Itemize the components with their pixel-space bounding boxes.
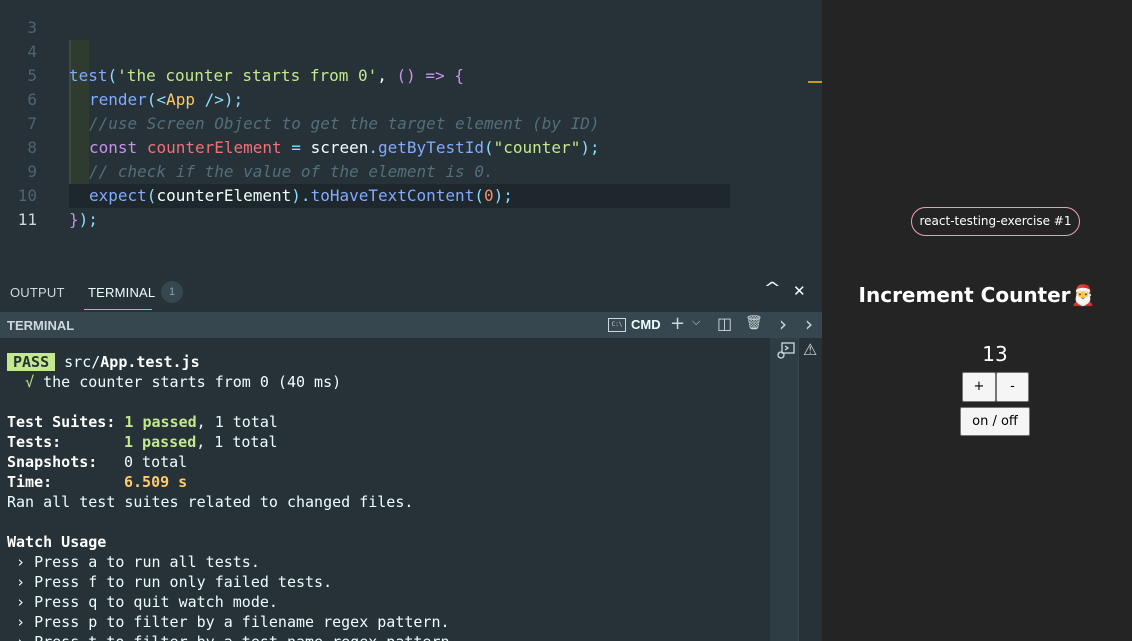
summary-total: , 1 total <box>196 433 278 451</box>
summary-label: Snapshots: <box>7 453 98 471</box>
summary-passed: 1 passed <box>124 433 197 451</box>
line-number: 11 <box>17 210 37 229</box>
code-line-4[interactable]: 4 test('the counter starts from 0', () =… <box>0 16 822 85</box>
terminal-shell-icon: C:\ <box>608 318 626 332</box>
panel-tab-bar: OUTPUT TERMINAL 1 ^ ✕ <box>0 270 822 312</box>
code-content: }); <box>69 208 98 232</box>
summary-passed: 1 passed <box>124 413 197 431</box>
terminal-header-title: TERMINAL <box>7 318 75 333</box>
chevron-down-icon[interactable]: ⌵ <box>692 315 700 329</box>
code-line-7[interactable]: 7 const counterElement = screen.getByTes… <box>0 88 822 157</box>
terminal-shell-label[interactable]: CMD <box>631 317 661 332</box>
code-line-5[interactable]: 5 render(<App />); <box>0 40 822 109</box>
increment-button[interactable]: + <box>962 372 996 402</box>
summary-total: , 1 total <box>196 413 278 431</box>
code-line-11[interactable]: 11 <box>0 184 822 229</box>
code-line-9[interactable]: 9 expect(counterElement).toHaveTextConte… <box>0 136 822 205</box>
terminal-header: TERMINAL C:\ CMD + ⌵ ◫ 🗑 › › <box>0 312 822 338</box>
watch-usage-item: › Press p to filter by a filename regex … <box>7 613 450 631</box>
test-result: the counter starts from 0 (40 ms) <box>43 373 342 391</box>
terminal-line: PASS src/App.test.js <box>7 352 200 372</box>
tab-terminal[interactable]: TERMINAL <box>88 285 155 300</box>
tab-output[interactable]: OUTPUT <box>10 285 65 300</box>
summary-label: Tests: <box>7 433 62 451</box>
code-token: } <box>69 210 79 229</box>
watch-usage-item: › Press a to run all tests. <box>7 553 260 571</box>
trash-icon[interactable]: 🗑 <box>745 315 763 331</box>
app-title: Increment Counter🎅 <box>858 283 1096 307</box>
test-file-dir: src/ <box>64 353 101 371</box>
summary-value: 0 total <box>124 453 188 471</box>
counter-value: 13 <box>982 342 1008 366</box>
code-line-10[interactable]: 10 }); <box>0 160 822 229</box>
terminal-line: Snapshots: 0 total <box>7 452 187 472</box>
summary-label: Test Suites: <box>7 413 116 431</box>
test-file-name: App.test.js <box>100 353 200 371</box>
summary-label: Time: <box>7 473 53 491</box>
terminal-line: √ the counter starts from 0 (40 ms) <box>7 372 341 392</box>
bottom-panel: OUTPUT TERMINAL 1 ^ ✕ TERMINAL C:\ CMD +… <box>0 270 822 641</box>
check-icon: √ <box>25 373 35 391</box>
chevron-right-icon[interactable]: › <box>805 312 813 336</box>
terminal-count-badge: 1 <box>161 281 183 303</box>
code-token: ; <box>88 210 98 229</box>
chevron-right-icon[interactable]: › <box>779 312 787 336</box>
code-token: ) <box>78 210 89 229</box>
summary-time: 6.509 s <box>124 473 188 491</box>
terminal-line: Tests: 1 passed, 1 total <box>7 432 278 452</box>
watch-usage-item: › Press f to run only failed tests. <box>7 573 333 591</box>
browser-preview: react-testing-exercise #1 Increment Coun… <box>822 0 1132 641</box>
terminal-side-toolbar: ⚠ <box>777 338 822 641</box>
terminal-output[interactable]: PASS src/App.test.js √ the counter start… <box>0 338 770 641</box>
warning-icon[interactable]: ⚠ <box>803 340 817 359</box>
code-line-8[interactable]: 8 // check if the value of the element i… <box>0 112 822 181</box>
terminal-line: Ran all test suites related to changed f… <box>7 493 414 511</box>
close-panel-icon[interactable]: ✕ <box>793 282 806 300</box>
code-editor[interactable]: 3 4 test('the counter starts from 0', ()… <box>0 0 822 270</box>
terminal-line: Test Suites: 1 passed, 1 total <box>7 412 278 432</box>
toggle-button[interactable]: on / off <box>960 407 1030 436</box>
debug-console-icon[interactable] <box>776 341 796 361</box>
watch-usage-item: › Press t to filter by a test name regex… <box>7 632 459 641</box>
terminal-line: Time: 6.509 s <box>7 472 187 492</box>
decrement-button[interactable]: - <box>996 372 1029 402</box>
watch-usage-item: › Press q to quit watch mode. <box>7 593 278 611</box>
terminal-scrollbar[interactable] <box>770 338 798 641</box>
maximize-panel-icon[interactable]: ^ <box>763 279 781 297</box>
overview-ruler-marker <box>808 81 822 83</box>
code-line-3[interactable]: 3 <box>0 0 822 37</box>
code-line-6[interactable]: 6 //use Screen Object to get the target … <box>0 64 822 133</box>
pass-badge: PASS <box>7 353 56 371</box>
watch-usage-title: Watch Usage <box>7 533 107 551</box>
split-terminal-icon[interactable]: ◫ <box>717 314 732 333</box>
project-badge: react-testing-exercise #1 <box>911 207 1080 236</box>
new-terminal-icon[interactable]: + <box>670 313 685 334</box>
active-tab-indicator <box>84 309 152 310</box>
